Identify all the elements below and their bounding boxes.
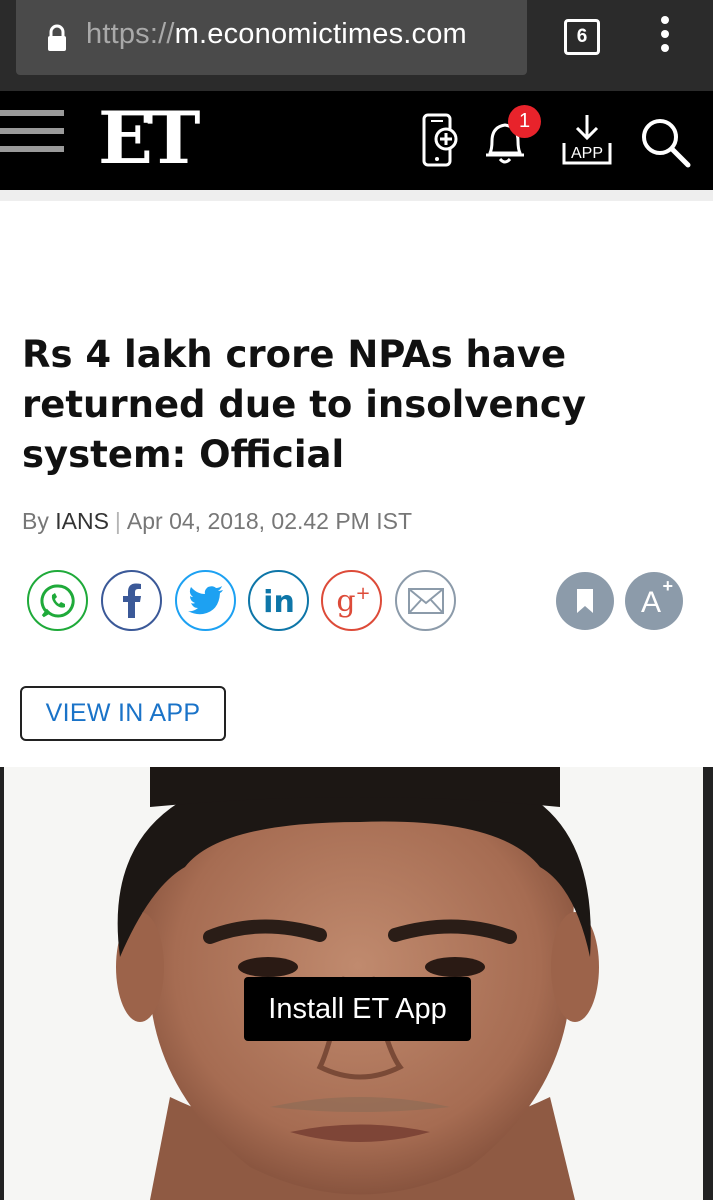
twitter-icon [187, 585, 223, 614]
facebook-icon [122, 583, 141, 618]
svg-text:in: in [263, 585, 295, 617]
share-facebook-button[interactable] [101, 570, 162, 631]
url-scheme: https:// [86, 18, 175, 50]
author-link[interactable]: IANS [55, 508, 109, 534]
install-et-app-button[interactable]: Install ET App [244, 977, 471, 1041]
browser-menu-icon[interactable] [654, 16, 676, 60]
et-logo[interactable]: ET [98, 95, 200, 180]
share-email-button[interactable] [395, 570, 456, 631]
site-header: ET APP [0, 91, 713, 190]
share-twitter-button[interactable] [175, 570, 236, 631]
mobile-add-icon[interactable] [418, 113, 464, 169]
search-icon[interactable] [638, 115, 692, 169]
googleplus-icon: g + [336, 583, 370, 619]
header-divider [0, 190, 713, 201]
hamburger-menu-icon[interactable] [0, 110, 64, 160]
share-whatsapp-button[interactable] [27, 570, 88, 631]
browser-toolbar: https://m.economictimes.com 6 [0, 0, 713, 91]
email-icon [407, 587, 444, 614]
lock-icon [48, 24, 66, 51]
bookmark-button[interactable] [556, 572, 614, 630]
bookmark-icon [577, 589, 593, 613]
app-label: APP [571, 145, 603, 162]
photo-border-left [0, 767, 4, 1200]
photo-border-right [703, 767, 713, 1200]
share-linkedin-button[interactable]: in [248, 570, 309, 631]
byline-separator: | [114, 508, 121, 534]
linkedin-icon: in [263, 585, 295, 617]
app-download-icon[interactable]: APP [560, 113, 614, 169]
article-byline: By IANS | Apr 04, 2018, 02.42 PM IST [22, 508, 412, 535]
view-in-app-button[interactable]: VIEW IN APP [20, 686, 226, 741]
notification-badge: 1 [508, 105, 541, 138]
svg-text:g: g [336, 584, 355, 619]
svg-text:+: + [355, 583, 370, 604]
url-host: m.economictimes.com [174, 18, 467, 50]
url-text: https://m.economictimes.com [86, 18, 467, 51]
address-bar[interactable]: https://m.economictimes.com [16, 0, 527, 75]
font-size-button[interactable]: A + [625, 572, 683, 630]
share-googleplus-button[interactable]: g + [321, 570, 382, 631]
tab-switcher-button[interactable]: 6 [564, 19, 600, 55]
font-size-plus: + [662, 576, 673, 596]
font-size-label: A [640, 586, 661, 619]
byline-prefix: By [22, 508, 49, 534]
publish-date: Apr 04, 2018, 02.42 PM IST [126, 508, 413, 534]
whatsapp-icon [39, 583, 75, 617]
article-headline: Rs 4 lakh crore NPAs have returned due t… [22, 333, 586, 476]
